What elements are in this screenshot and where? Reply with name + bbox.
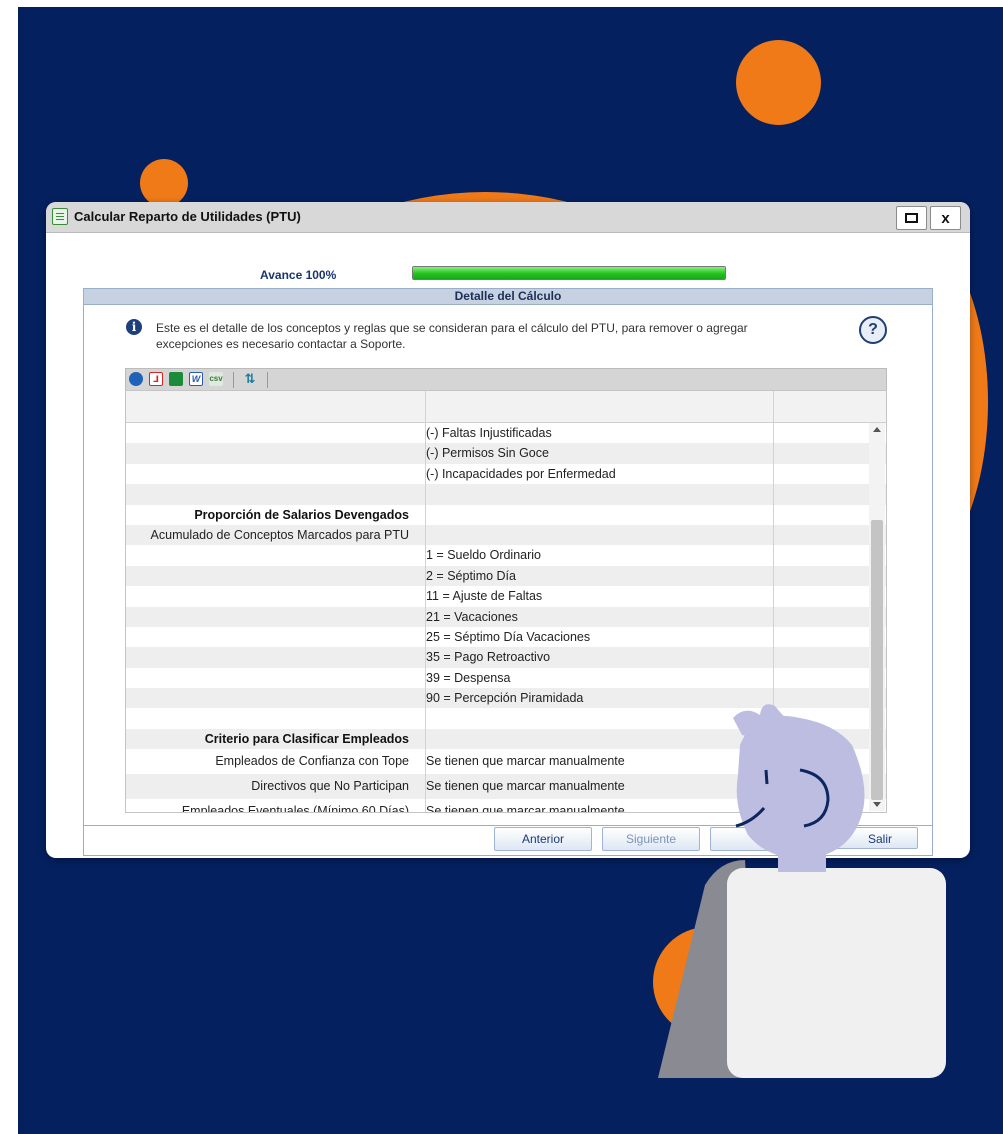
person-illustration [658,704,946,1078]
person-head [736,715,865,859]
person-eye [764,769,769,785]
person-torso [727,868,946,1078]
